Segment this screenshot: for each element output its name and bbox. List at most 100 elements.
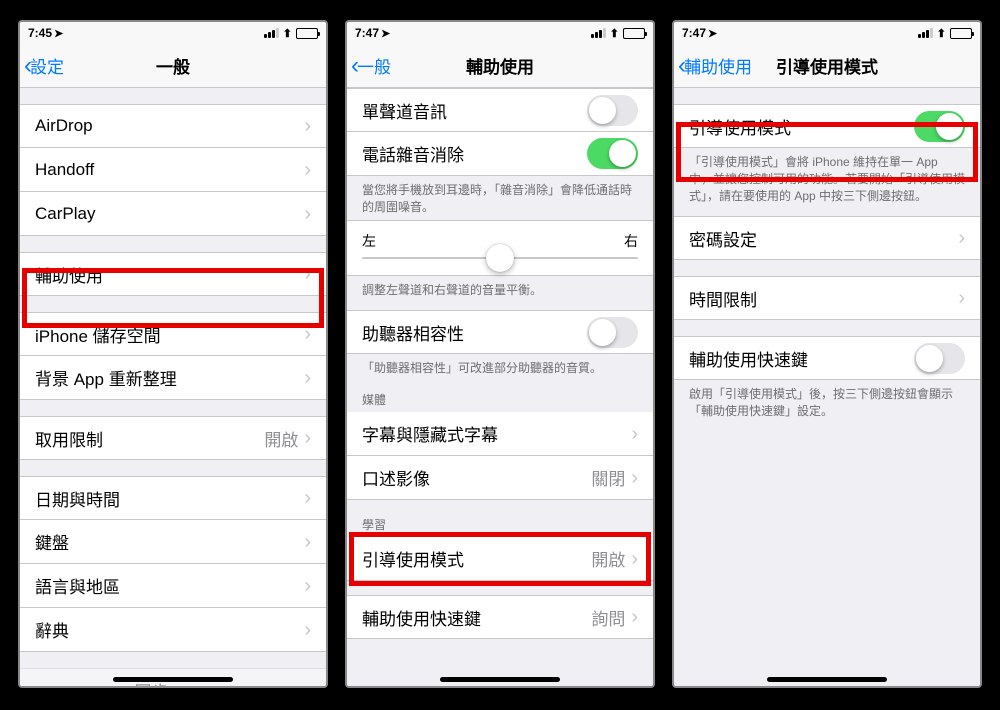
row-accessibility-shortcut[interactable]: 輔助使用快速鍵 bbox=[674, 336, 980, 380]
back-button[interactable]: ‹ 輔助使用 bbox=[678, 44, 752, 87]
switch-guided-access[interactable] bbox=[914, 111, 965, 142]
settings-list[interactable]: AirDrop › Handoff › CarPlay › 輔助使用 › iPh… bbox=[20, 88, 326, 686]
battery-icon bbox=[296, 28, 318, 39]
row-time-limits[interactable]: 時間限制 › bbox=[674, 276, 980, 320]
row-background-refresh[interactable]: 背景 App 重新整理 › bbox=[20, 356, 326, 400]
wifi-icon: ⬆︎ bbox=[937, 27, 946, 40]
chevron-right-icon: › bbox=[631, 549, 638, 569]
location-icon: ➤ bbox=[381, 27, 390, 40]
header-media: 媒體 bbox=[347, 385, 653, 412]
switch-accessibility-shortcut[interactable] bbox=[914, 343, 965, 374]
nav-bar: ‹ 一般 輔助使用 bbox=[347, 44, 653, 88]
row-balance-slider: 左 右 bbox=[347, 220, 653, 276]
row-label: 密碼設定 bbox=[689, 226, 958, 251]
footer-balance: 調整左聲道和右聲道的音量平衡。 bbox=[347, 276, 653, 303]
row-accessibility[interactable]: 輔助使用 › bbox=[20, 252, 326, 296]
row-label: 輔助使用 bbox=[35, 262, 304, 287]
row-label: 輔助使用快速鍵 bbox=[362, 605, 591, 630]
chevron-right-icon: › bbox=[304, 204, 311, 224]
row-mono-audio[interactable]: 單聲道音訊 bbox=[347, 88, 653, 132]
switch-hearing-aid[interactable] bbox=[587, 317, 638, 348]
header-learning: 學習 bbox=[347, 510, 653, 537]
chevron-right-icon: › bbox=[304, 428, 311, 448]
back-button[interactable]: ‹ 一般 bbox=[351, 44, 391, 87]
home-indicator[interactable] bbox=[440, 677, 560, 682]
chevron-right-icon: › bbox=[631, 468, 638, 488]
footer-hearing: 「助聽器相容性」可改進部分助聽器的音質。 bbox=[347, 354, 653, 381]
row-language-region[interactable]: 語言與地區 › bbox=[20, 564, 326, 608]
row-label: 日期與時間 bbox=[35, 486, 304, 511]
status-bar: 7:45 ➤ ⬆︎ bbox=[20, 22, 326, 44]
row-label: iPhone 儲存空間 bbox=[35, 322, 304, 347]
row-value: 開啟 bbox=[264, 426, 298, 451]
row-restrictions[interactable]: 取用限制 開啟 › bbox=[20, 416, 326, 460]
slider-knob[interactable] bbox=[486, 244, 514, 272]
signal-icon bbox=[918, 28, 933, 38]
back-label: 設定 bbox=[30, 53, 64, 78]
row-label: 電話雜音消除 bbox=[362, 141, 587, 166]
row-label: 助聽器相容性 bbox=[362, 320, 587, 345]
footer-noise: 當您將手機放到耳邊時，「雜音消除」會降低通話時的周圍噪音。 bbox=[347, 176, 653, 220]
row-label: 引導使用模式 bbox=[362, 546, 591, 571]
row-label: 字幕與隱藏式字幕 bbox=[362, 421, 631, 446]
settings-list[interactable]: 引導使用模式 「引導使用模式」會將 iPhone 維持在單一 App 中，並讓您… bbox=[674, 88, 980, 686]
row-value: 詢問 bbox=[591, 605, 625, 630]
row-iphone-storage[interactable]: iPhone 儲存空間 › bbox=[20, 312, 326, 356]
row-guided-access-main[interactable]: 引導使用模式 bbox=[674, 104, 980, 148]
row-label: 背景 App 重新整理 bbox=[35, 365, 304, 390]
row-guided-access[interactable]: 引導使用模式 開啟 › bbox=[347, 537, 653, 581]
row-audio-description[interactable]: 口述影像 關閉 › bbox=[347, 456, 653, 500]
balance-slider[interactable] bbox=[362, 257, 638, 259]
chevron-right-icon: › bbox=[631, 607, 638, 627]
row-label: CarPlay bbox=[35, 204, 304, 224]
switch-mono-audio[interactable] bbox=[587, 95, 638, 126]
wifi-icon: ⬆︎ bbox=[610, 27, 619, 40]
row-phone-noise-cancel[interactable]: 電話雜音消除 bbox=[347, 132, 653, 176]
chevron-right-icon: › bbox=[304, 532, 311, 552]
location-icon: ➤ bbox=[708, 27, 717, 40]
home-indicator[interactable] bbox=[767, 677, 887, 682]
status-bar: 7:47 ➤ ⬆︎ bbox=[347, 22, 653, 44]
back-label: 一般 bbox=[357, 53, 391, 78]
back-button[interactable]: ‹ 設定 bbox=[24, 44, 64, 87]
chevron-right-icon: › bbox=[958, 288, 965, 308]
row-label: 鍵盤 bbox=[35, 529, 304, 554]
row-label: Handoff bbox=[35, 160, 304, 180]
row-label: AirDrop bbox=[35, 116, 304, 136]
page-title: 輔助使用 bbox=[466, 53, 534, 78]
row-passcode-settings[interactable]: 密碼設定 › bbox=[674, 216, 980, 260]
settings-list[interactable]: 單聲道音訊 電話雜音消除 當您將手機放到耳邊時，「雜音消除」會降低通話時的周圍噪… bbox=[347, 88, 653, 686]
row-keyboard[interactable]: 鍵盤 › bbox=[20, 520, 326, 564]
screen-guided-access: 7:47 ➤ ⬆︎ ‹ 輔助使用 引導使用模式 引導使用模式 「引導使用模式」會… bbox=[672, 20, 982, 688]
row-dictionary[interactable]: 辭典 › bbox=[20, 608, 326, 652]
chevron-right-icon: › bbox=[304, 368, 311, 388]
row-value: 關閉 bbox=[591, 465, 625, 490]
row-handoff[interactable]: Handoff › bbox=[20, 148, 326, 192]
status-time: 7:47 bbox=[355, 26, 379, 40]
row-hearing-aid[interactable]: 助聽器相容性 bbox=[347, 310, 653, 354]
balance-right-label: 右 bbox=[624, 231, 638, 251]
row-carplay[interactable]: CarPlay › bbox=[20, 192, 326, 236]
row-label: 引導使用模式 bbox=[689, 114, 914, 139]
chevron-right-icon: › bbox=[304, 680, 311, 686]
chevron-right-icon: › bbox=[304, 324, 311, 344]
row-accessibility-shortcut[interactable]: 輔助使用快速鍵 詢問 › bbox=[347, 595, 653, 639]
nav-bar: ‹ 設定 一般 bbox=[20, 44, 326, 88]
screen-general: 7:45 ➤ ⬆︎ ‹ 設定 一般 AirDrop › Handoff › Ca bbox=[18, 20, 328, 688]
row-label: 取用限制 bbox=[35, 426, 264, 451]
row-captions[interactable]: 字幕與隱藏式字幕 › bbox=[347, 412, 653, 456]
row-airdrop[interactable]: AirDrop › bbox=[20, 104, 326, 148]
switch-noise-cancel[interactable] bbox=[587, 138, 638, 169]
page-title: 引導使用模式 bbox=[776, 53, 878, 78]
home-indicator[interactable] bbox=[113, 677, 233, 682]
chevron-right-icon: › bbox=[304, 116, 311, 136]
status-time: 7:47 bbox=[682, 26, 706, 40]
row-value: 開啟 bbox=[591, 546, 625, 571]
chevron-right-icon: › bbox=[304, 576, 311, 596]
row-date-time[interactable]: 日期與時間 › bbox=[20, 476, 326, 520]
chevron-right-icon: › bbox=[304, 488, 311, 508]
signal-icon bbox=[591, 28, 606, 38]
page-title: 一般 bbox=[156, 53, 190, 78]
back-label: 輔助使用 bbox=[684, 53, 752, 78]
screen-accessibility: 7:47 ➤ ⬆︎ ‹ 一般 輔助使用 單聲道音訊 電話雜音消除 當您將手機放到… bbox=[345, 20, 655, 688]
